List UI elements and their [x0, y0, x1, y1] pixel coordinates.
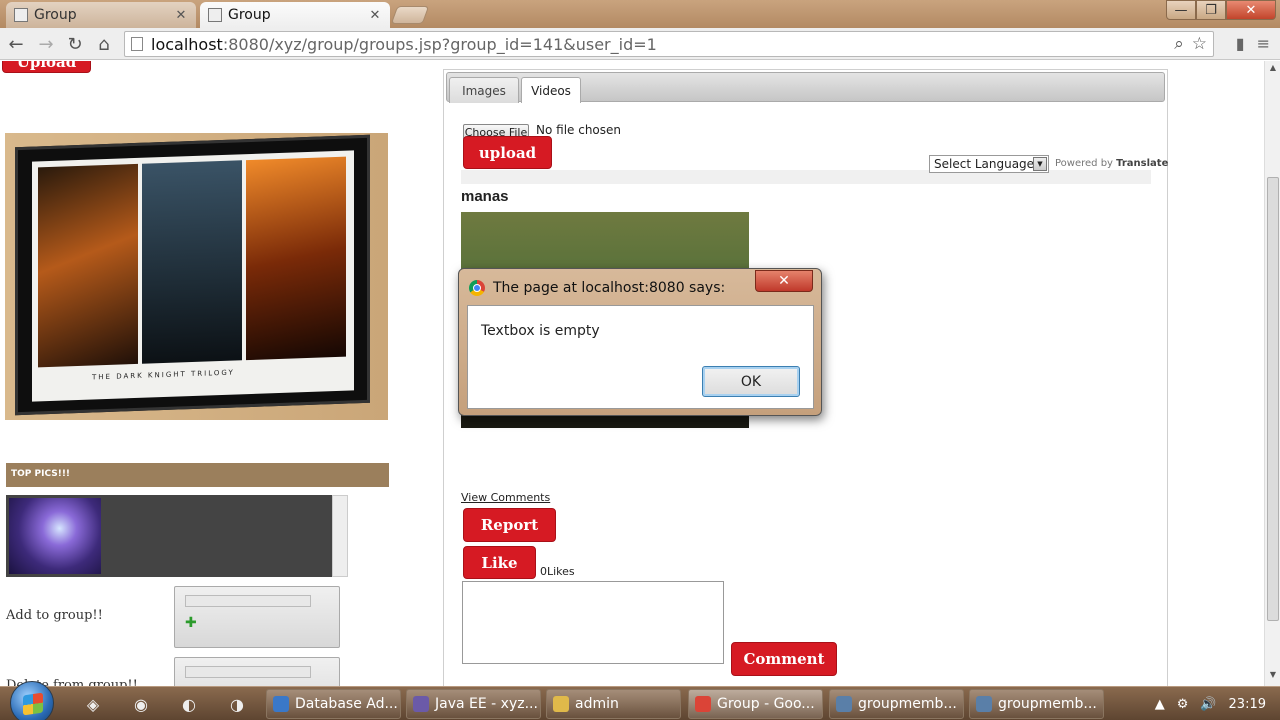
- clock[interactable]: 23:19: [1229, 697, 1266, 712]
- address-bar[interactable]: localhost:8080/xyz/group/groups.jsp?grou…: [124, 31, 1214, 57]
- start-button[interactable]: [10, 681, 54, 720]
- taskbar-item-label: groupmemb...: [858, 696, 957, 712]
- eclipse-icon: [413, 696, 429, 712]
- windows-logo-icon: [23, 692, 43, 716]
- delete-member-field[interactable]: [185, 666, 311, 678]
- taskbar-item-label: Database Ad...: [295, 696, 398, 712]
- tab-title: Group: [228, 7, 271, 23]
- file-icon: [976, 696, 992, 712]
- media-tabs: Images Videos: [446, 72, 1165, 103]
- delete-member-box[interactable]: [174, 657, 340, 686]
- tab-videos[interactable]: Videos: [521, 77, 581, 103]
- scroll-down-icon[interactable]: ▼: [1265, 670, 1280, 684]
- page-icon: [131, 37, 143, 51]
- taskbar-item-java-ee[interactable]: Java EE - xyz...: [406, 689, 541, 719]
- windows-taskbar: ◈ ◉ ◐ ◑ Database Ad... Java EE - xyz... …: [0, 681, 1280, 720]
- dialog-close-button[interactable]: ✕: [755, 270, 813, 292]
- system-tray: ▲ ⚙ 🔊 23:19: [1155, 687, 1280, 720]
- top-pics-header: TOP PICS!!!: [6, 463, 389, 487]
- chrome-launch-icon[interactable]: ◉: [128, 692, 154, 716]
- close-tab-icon[interactable]: ✕: [174, 8, 188, 23]
- comment-button[interactable]: Comment: [731, 642, 837, 676]
- tab-title: Group: [34, 7, 77, 23]
- alert-dialog: The page at localhost:8080 says: ✕ Textb…: [458, 268, 822, 416]
- upload-video-button[interactable]: upload: [463, 136, 552, 169]
- powered-by-translate: Powered by Translate: [1055, 158, 1168, 169]
- url-host: localhost: [151, 34, 223, 54]
- back-icon[interactable]: ←: [4, 32, 28, 56]
- upload-button[interactable]: Upload: [2, 61, 91, 73]
- taskbar-item-groupmembers-2[interactable]: groupmemb...: [969, 689, 1104, 719]
- close-tab-icon[interactable]: ✕: [368, 8, 382, 23]
- comment-textarea[interactable]: [462, 581, 724, 664]
- scroll-thumb[interactable]: [1267, 177, 1279, 621]
- page-favicon-icon: [208, 8, 222, 22]
- like-button[interactable]: Like: [463, 546, 536, 579]
- chrome-icon: [469, 280, 485, 296]
- add-member-box[interactable]: ✚: [174, 586, 340, 648]
- top-pic-thumbnail[interactable]: [9, 498, 101, 574]
- browser-titlebar: Group ✕ Group ✕ — ❐ ✕: [0, 0, 1280, 28]
- dialog-title: The page at localhost:8080 says:: [493, 280, 726, 296]
- taskbar-item-admin-folder[interactable]: admin: [546, 689, 681, 719]
- language-select-value: Select Language: [934, 157, 1035, 171]
- folder-icon: [553, 696, 569, 712]
- taskbar-item-label: admin: [575, 696, 619, 712]
- video-title: manas: [461, 188, 509, 205]
- browser-toolbar: ← → ↻ ⌂ localhost:8080/xyz/group/groups.…: [0, 28, 1280, 60]
- file-status: No file chosen: [536, 123, 622, 137]
- volume-icon[interactable]: 🔊: [1200, 697, 1216, 712]
- database-icon: [273, 696, 289, 712]
- taskbar-item-chrome-group[interactable]: Group - Goo...: [688, 689, 823, 719]
- browser-tab-1[interactable]: Group ✕: [6, 2, 196, 28]
- dropdown-arrow-icon[interactable]: ▼: [1033, 157, 1047, 171]
- taskbar-item-label: Group - Goo...: [717, 696, 815, 712]
- close-window-button[interactable]: ✕: [1226, 0, 1276, 20]
- likes-count: 0Likes: [540, 565, 575, 578]
- url-path: :8080/xyz/group/groups.jsp?group_id=141&…: [222, 34, 657, 54]
- add-icon[interactable]: ✚: [185, 615, 197, 631]
- minimize-button[interactable]: —: [1166, 0, 1196, 20]
- tab-images[interactable]: Images: [449, 77, 519, 103]
- taskbar-item-label: Java EE - xyz...: [435, 696, 538, 712]
- maximize-button[interactable]: ❐: [1196, 0, 1226, 20]
- scroll-up-icon[interactable]: ▲: [1265, 63, 1280, 77]
- add-to-group-label: Add to group!!: [6, 608, 103, 623]
- top-pics-list[interactable]: [6, 495, 332, 577]
- forward-icon[interactable]: →: [34, 32, 58, 56]
- translate-link[interactable]: Translate: [1116, 158, 1168, 169]
- powered-by-text: Powered by: [1055, 158, 1113, 169]
- new-tab-button[interactable]: [390, 6, 430, 24]
- dialog-body: Textbox is empty OK: [467, 305, 814, 409]
- taskbar-item-groupmembers-1[interactable]: groupmemb...: [829, 689, 964, 719]
- browser-tab-2[interactable]: Group ✕: [200, 2, 390, 28]
- reload-icon[interactable]: ↻: [63, 32, 87, 56]
- language-select[interactable]: Select Language ▼: [929, 155, 1049, 173]
- view-comments-link[interactable]: View Comments: [461, 491, 550, 504]
- taskbar-item-label: groupmemb...: [998, 696, 1097, 712]
- chrome-icon: [695, 696, 711, 712]
- report-button[interactable]: Report: [463, 508, 556, 542]
- quicklaunch-app-icon[interactable]: ◈: [80, 692, 106, 716]
- eclipse-ee-launch-icon[interactable]: ◑: [224, 692, 250, 716]
- wrench-menu-icon[interactable]: ≡: [1257, 34, 1270, 53]
- show-hidden-icons-icon[interactable]: ▲: [1155, 697, 1165, 712]
- settings-gear-icon[interactable]: ⚙: [1177, 697, 1189, 712]
- file-icon: [836, 696, 852, 712]
- page-scrollbar[interactable]: ▲ ▼: [1264, 61, 1280, 686]
- extension-bars-icon[interactable]: ▮: [1236, 34, 1245, 53]
- add-member-field[interactable]: [185, 595, 311, 607]
- top-pics-scrollbar[interactable]: [332, 495, 348, 577]
- ok-button[interactable]: OK: [702, 366, 800, 397]
- bookmark-star-icon[interactable]: ☆: [1192, 34, 1207, 54]
- group-cover-image: THE DARK KNIGHT TRILOGY: [5, 133, 388, 420]
- home-icon[interactable]: ⌂: [92, 32, 116, 56]
- dialog-message: Textbox is empty: [481, 323, 600, 339]
- eclipse-launch-icon[interactable]: ◐: [176, 692, 202, 716]
- page-favicon-icon: [14, 8, 28, 22]
- search-icon[interactable]: ⌕: [1174, 34, 1184, 54]
- taskbar-item-database-admin[interactable]: Database Ad...: [266, 689, 401, 719]
